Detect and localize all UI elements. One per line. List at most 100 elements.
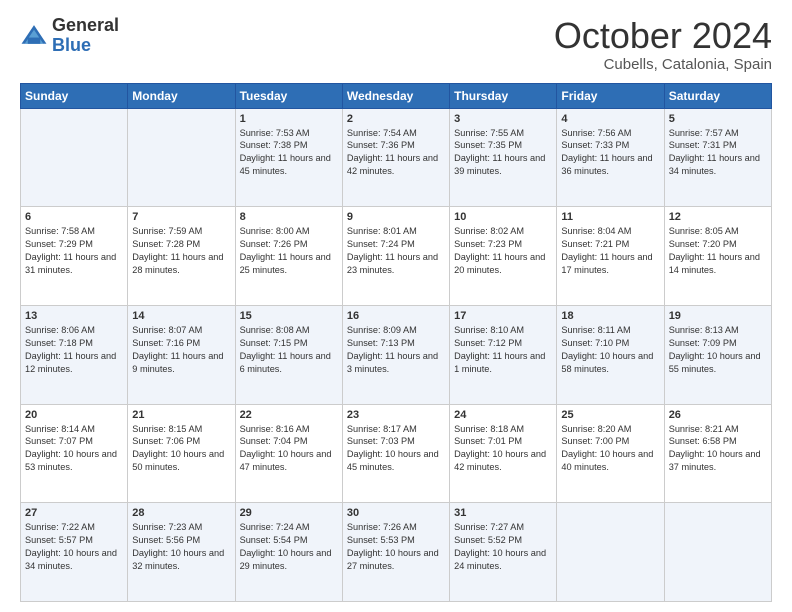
day-info: Sunrise: 8:21 AM Sunset: 6:58 PM Dayligh… xyxy=(669,423,767,475)
day-info: Sunrise: 7:24 AM Sunset: 5:54 PM Dayligh… xyxy=(240,521,338,573)
day-cell: 14 Sunrise: 8:07 AM Sunset: 7:16 PM Dayli… xyxy=(128,305,235,404)
day-cell: 21 Sunrise: 8:15 AM Sunset: 7:06 PM Dayli… xyxy=(128,404,235,503)
day-cell: 27Sunrise: 7:22 AM Sunset: 5:57 PM Dayli… xyxy=(21,503,128,602)
day-number: 26 xyxy=(669,409,767,421)
day-info: Sunrise: 7:59 AM Sunset: 7:28 PM Dayligh… xyxy=(132,225,230,277)
month-title: October 2024 xyxy=(554,16,772,56)
day-cell: 28 Sunrise: 7:23 AM Sunset: 5:56 PM Dayli… xyxy=(128,503,235,602)
day-cell: 17Sunrise: 8:10 AM Sunset: 7:12 PM Dayli… xyxy=(450,305,557,404)
day-info: Sunrise: 8:11 AM Sunset: 7:10 PM Dayligh… xyxy=(561,324,659,376)
day-info: Sunrise: 8:14 AM Sunset: 7:07 PM Dayligh… xyxy=(25,423,123,475)
day-cell: 18 Sunrise: 8:11 AM Sunset: 7:10 PM Dayli… xyxy=(557,305,664,404)
day-number: 13 xyxy=(25,310,123,322)
day-number: 16 xyxy=(347,310,445,322)
day-cell: 1 Sunrise: 7:53 AM Sunset: 7:38 PM Daylig… xyxy=(235,108,342,207)
day-number: 1 xyxy=(240,113,338,125)
day-info: Sunrise: 7:56 AM Sunset: 7:33 PM Dayligh… xyxy=(561,127,659,179)
day-cell: 25Sunrise: 8:20 AM Sunset: 7:00 PM Dayli… xyxy=(557,404,664,503)
day-info: Sunrise: 8:15 AM Sunset: 7:06 PM Dayligh… xyxy=(132,423,230,475)
day-number: 25 xyxy=(561,409,659,421)
day-cell: 13 Sunrise: 8:06 AM Sunset: 7:18 PM Dayli… xyxy=(21,305,128,404)
day-number: 29 xyxy=(240,507,338,519)
day-info: Sunrise: 8:07 AM Sunset: 7:16 PM Dayligh… xyxy=(132,324,230,376)
day-info: Sunrise: 7:27 AM Sunset: 5:52 PM Dayligh… xyxy=(454,521,552,573)
day-number: 3 xyxy=(454,113,552,125)
header: General Blue October 2024 Cubells, Catal… xyxy=(20,16,772,73)
day-number: 5 xyxy=(669,113,767,125)
logo-blue: Blue xyxy=(52,35,91,55)
day-info: Sunrise: 7:23 AM Sunset: 5:56 PM Dayligh… xyxy=(132,521,230,573)
logo-icon xyxy=(20,22,48,50)
day-info: Sunrise: 8:06 AM Sunset: 7:18 PM Dayligh… xyxy=(25,324,123,376)
logo: General Blue xyxy=(20,16,119,56)
day-number: 18 xyxy=(561,310,659,322)
day-cell: 7 Sunrise: 7:59 AM Sunset: 7:28 PM Daylig… xyxy=(128,207,235,306)
calendar-table: SundayMondayTuesdayWednesdayThursdayFrid… xyxy=(20,83,772,602)
day-number: 22 xyxy=(240,409,338,421)
day-number: 12 xyxy=(669,211,767,223)
day-info: Sunrise: 7:57 AM Sunset: 7:31 PM Dayligh… xyxy=(669,127,767,179)
day-cell: 10 Sunrise: 8:02 AM Sunset: 7:23 PM Dayli… xyxy=(450,207,557,306)
day-number: 9 xyxy=(347,211,445,223)
header-day-tuesday: Tuesday xyxy=(235,83,342,108)
day-number: 7 xyxy=(132,211,230,223)
day-number: 11 xyxy=(561,211,659,223)
day-cell: 31 Sunrise: 7:27 AM Sunset: 5:52 PM Dayli… xyxy=(450,503,557,602)
day-cell: 19Sunrise: 8:13 AM Sunset: 7:09 PM Dayli… xyxy=(664,305,771,404)
calendar-body: 1 Sunrise: 7:53 AM Sunset: 7:38 PM Daylig… xyxy=(21,108,772,601)
header-day-monday: Monday xyxy=(128,83,235,108)
day-number: 30 xyxy=(347,507,445,519)
week-row-2: 13 Sunrise: 8:06 AM Sunset: 7:18 PM Dayli… xyxy=(21,305,772,404)
location: Cubells, Catalonia, Spain xyxy=(554,56,772,73)
day-cell: 29 Sunrise: 7:24 AM Sunset: 5:54 PM Dayli… xyxy=(235,503,342,602)
day-cell: 15Sunrise: 8:08 AM Sunset: 7:15 PM Dayli… xyxy=(235,305,342,404)
day-cell: 3Sunrise: 7:55 AM Sunset: 7:35 PM Daylig… xyxy=(450,108,557,207)
calendar-header: SundayMondayTuesdayWednesdayThursdayFrid… xyxy=(21,83,772,108)
week-row-0: 1 Sunrise: 7:53 AM Sunset: 7:38 PM Daylig… xyxy=(21,108,772,207)
day-info: Sunrise: 8:04 AM Sunset: 7:21 PM Dayligh… xyxy=(561,225,659,277)
day-number: 4 xyxy=(561,113,659,125)
day-cell: 2Sunrise: 7:54 AM Sunset: 7:36 PM Daylig… xyxy=(342,108,449,207)
day-cell: 30Sunrise: 7:26 AM Sunset: 5:53 PM Dayli… xyxy=(342,503,449,602)
day-number: 23 xyxy=(347,409,445,421)
header-day-wednesday: Wednesday xyxy=(342,83,449,108)
day-number: 8 xyxy=(240,211,338,223)
header-day-friday: Friday xyxy=(557,83,664,108)
day-number: 15 xyxy=(240,310,338,322)
day-info: Sunrise: 7:53 AM Sunset: 7:38 PM Dayligh… xyxy=(240,127,338,179)
page: General Blue October 2024 Cubells, Catal… xyxy=(0,0,792,612)
day-info: Sunrise: 8:09 AM Sunset: 7:13 PM Dayligh… xyxy=(347,324,445,376)
day-cell: 6 Sunrise: 7:58 AM Sunset: 7:29 PM Daylig… xyxy=(21,207,128,306)
day-number: 21 xyxy=(132,409,230,421)
day-number: 6 xyxy=(25,211,123,223)
day-info: Sunrise: 8:05 AM Sunset: 7:20 PM Dayligh… xyxy=(669,225,767,277)
day-cell: 8 Sunrise: 8:00 AM Sunset: 7:26 PM Daylig… xyxy=(235,207,342,306)
logo-general: General xyxy=(52,15,119,35)
day-cell: 24Sunrise: 8:18 AM Sunset: 7:01 PM Dayli… xyxy=(450,404,557,503)
day-info: Sunrise: 7:58 AM Sunset: 7:29 PM Dayligh… xyxy=(25,225,123,277)
day-cell: 22Sunrise: 8:16 AM Sunset: 7:04 PM Dayli… xyxy=(235,404,342,503)
day-info: Sunrise: 8:17 AM Sunset: 7:03 PM Dayligh… xyxy=(347,423,445,475)
day-cell: 20Sunrise: 8:14 AM Sunset: 7:07 PM Dayli… xyxy=(21,404,128,503)
day-number: 31 xyxy=(454,507,552,519)
header-day-saturday: Saturday xyxy=(664,83,771,108)
week-row-3: 20Sunrise: 8:14 AM Sunset: 7:07 PM Dayli… xyxy=(21,404,772,503)
day-cell xyxy=(557,503,664,602)
day-number: 24 xyxy=(454,409,552,421)
header-day-sunday: Sunday xyxy=(21,83,128,108)
day-info: Sunrise: 8:13 AM Sunset: 7:09 PM Dayligh… xyxy=(669,324,767,376)
day-cell: 5 Sunrise: 7:57 AM Sunset: 7:31 PM Daylig… xyxy=(664,108,771,207)
title-block: October 2024 Cubells, Catalonia, Spain xyxy=(554,16,772,73)
day-info: Sunrise: 7:22 AM Sunset: 5:57 PM Dayligh… xyxy=(25,521,123,573)
header-day-thursday: Thursday xyxy=(450,83,557,108)
day-cell xyxy=(21,108,128,207)
day-cell xyxy=(664,503,771,602)
header-row: SundayMondayTuesdayWednesdayThursdayFrid… xyxy=(21,83,772,108)
day-info: Sunrise: 8:00 AM Sunset: 7:26 PM Dayligh… xyxy=(240,225,338,277)
day-number: 28 xyxy=(132,507,230,519)
day-number: 14 xyxy=(132,310,230,322)
day-cell xyxy=(128,108,235,207)
day-cell: 26 Sunrise: 8:21 AM Sunset: 6:58 PM Dayli… xyxy=(664,404,771,503)
day-info: Sunrise: 8:02 AM Sunset: 7:23 PM Dayligh… xyxy=(454,225,552,277)
day-number: 10 xyxy=(454,211,552,223)
